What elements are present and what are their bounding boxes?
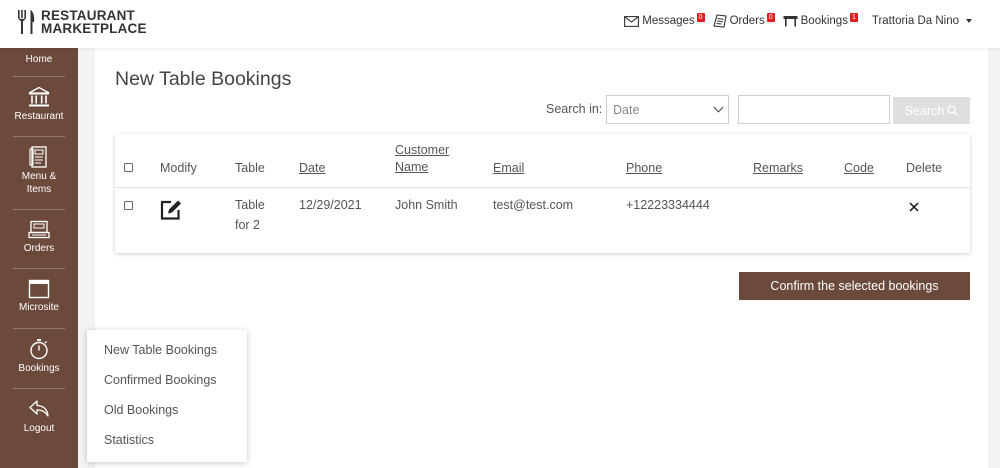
menu-book-icon [29, 146, 47, 168]
row-customer-name-cell: John Smith [395, 198, 458, 212]
sidebar: Home Restaurant Menu & Items Orders Micr… [0, 48, 78, 468]
envelope-icon [624, 15, 640, 27]
sidebar-divider [13, 328, 65, 329]
sidebar-item-label: Items [26, 184, 52, 195]
receipt-icon [712, 14, 727, 28]
search-button[interactable]: Search [893, 97, 970, 124]
browser-window-icon [28, 279, 50, 299]
user-menu-dropdown[interactable]: Trattoria Da Nino [872, 15, 972, 27]
search-field-value: Date [613, 103, 640, 117]
sidebar-divider [13, 76, 65, 77]
orders-label: Orders [729, 15, 765, 27]
column-header-remarks[interactable]: Remarks [753, 160, 803, 177]
select-all-checkbox[interactable] [124, 163, 133, 172]
column-header-phone[interactable]: Phone [626, 160, 662, 177]
cash-register-icon [28, 220, 50, 239]
sidebar-item-label: Bookings [18, 363, 60, 374]
row-date-cell: 12/29/2021 [299, 198, 362, 212]
sidebar-item-logout[interactable]: Logout [0, 398, 78, 434]
search-icon [947, 105, 959, 116]
user-name: Trattoria Da Nino [871, 15, 959, 27]
confirm-bookings-label: Confirm the selected bookings [770, 279, 939, 293]
messages-link[interactable]: Messages 0 [624, 12, 705, 27]
page-gutter [988, 48, 1000, 468]
sidebar-item-label: Logout [23, 423, 55, 434]
column-header-table: Table [235, 161, 265, 175]
top-navigation: Messages 0 Orders 0 Bookings 1 Trattoria… [616, 12, 972, 28]
row-table-line-2: for 2 [235, 218, 261, 232]
confirm-bookings-button[interactable]: Confirm the selected bookings [739, 272, 970, 300]
brand-logo[interactable]: RESTAURANT MARKETPLACE [16, 9, 147, 35]
bookings-table: Modify Table Date Customer Name Email Ph… [115, 134, 970, 253]
messages-label: Messages [642, 15, 695, 27]
chevron-down-icon [713, 102, 724, 113]
fork-knife-icon [18, 10, 35, 34]
page-title: New Table Bookings [115, 68, 292, 90]
column-header-code[interactable]: Code [844, 160, 874, 177]
sidebar-item-orders[interactable]: Orders [0, 220, 78, 254]
top-bar: RESTAURANT MARKETPLACE Messages 0 Orders… [0, 0, 1000, 48]
row-table-line-1: Table [235, 198, 265, 212]
column-header-date[interactable]: Date [299, 160, 325, 177]
brand-line-2: MARKETPLACE [41, 21, 147, 36]
messages-count-badge: 0 [696, 12, 705, 22]
column-header-customer-name-line-2: Name [395, 160, 429, 174]
submenu-item-new-table-bookings[interactable]: New Table Bookings [104, 343, 217, 357]
sidebar-divider [13, 268, 65, 269]
building-columns-icon [28, 86, 50, 107]
row-email-cell: test@test.com [493, 198, 574, 212]
search-field-select[interactable]: Date [606, 95, 729, 124]
sidebar-item-menu-items[interactable]: Menu & Items [0, 146, 78, 195]
column-header-customer-name-line-1: Customer [395, 143, 450, 157]
sidebar-item-label: Home [25, 54, 53, 65]
sidebar-item-bookings[interactable]: Bookings [0, 338, 78, 374]
row-phone-cell: +12223334444 [626, 198, 710, 212]
table-icon [783, 16, 798, 27]
sidebar-item-label: Menu & [21, 171, 57, 182]
search-button-label: Search [904, 103, 945, 118]
sidebar-item-label: Microsite [18, 302, 59, 313]
bookings-label: Bookings [800, 15, 848, 27]
column-header-delete: Delete [906, 161, 943, 175]
sidebar-divider [13, 209, 65, 210]
orders-count-badge: 0 [766, 12, 775, 22]
sidebar-item-restaurant[interactable]: Restaurant [0, 86, 78, 122]
sidebar-item-microsite[interactable]: Microsite [0, 279, 78, 313]
submenu-item-confirmed-bookings[interactable]: Confirmed Bookings [104, 373, 217, 387]
column-header-email[interactable]: Email [493, 160, 524, 177]
header-divider [115, 187, 970, 188]
search-label: Search in: [546, 102, 603, 116]
delete-x-icon[interactable] [909, 202, 919, 212]
caret-down-icon [966, 19, 972, 23]
column-header-customer-name[interactable]: Customer Name [395, 142, 449, 176]
orders-link[interactable]: Orders 0 [712, 12, 775, 28]
sidebar-item-label: Restaurant [14, 111, 64, 122]
bookings-link[interactable]: Bookings 1 [783, 12, 858, 27]
bookings-count-badge: 1 [849, 12, 858, 22]
search-input[interactable] [738, 95, 890, 124]
row-table-cell: Table for 2 [235, 197, 265, 234]
submenu-item-old-bookings[interactable]: Old Bookings [104, 403, 178, 417]
stopwatch-icon [30, 339, 48, 360]
bookings-submenu: New Table Bookings Confirmed Bookings Ol… [87, 330, 247, 462]
row-select-checkbox[interactable] [124, 201, 133, 210]
sidebar-divider [13, 136, 65, 137]
sidebar-item-home[interactable]: Home [0, 54, 78, 65]
sidebar-divider [13, 388, 65, 389]
reply-arrow-icon [29, 400, 49, 417]
edit-icon[interactable] [160, 199, 184, 221]
submenu-item-statistics[interactable]: Statistics [104, 433, 154, 447]
sidebar-item-label: Orders [23, 243, 55, 254]
column-header-modify: Modify [160, 161, 197, 175]
